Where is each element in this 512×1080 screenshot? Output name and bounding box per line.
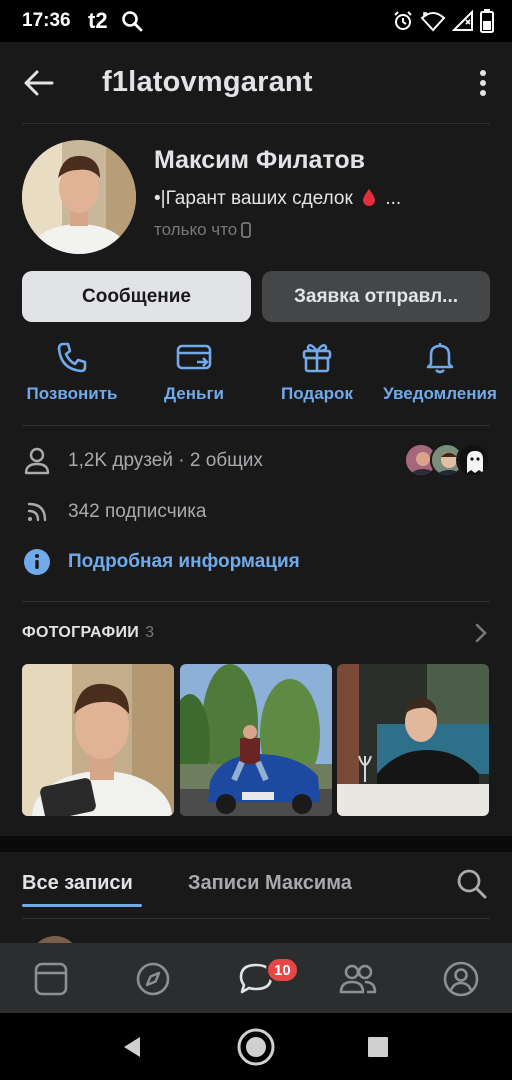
- message-button[interactable]: Сообщение: [22, 271, 251, 322]
- battery-icon: [480, 9, 494, 33]
- news-feed-icon[interactable]: [31, 959, 71, 999]
- status-time: 17:36: [22, 10, 71, 31]
- search-icon[interactable]: [456, 868, 488, 900]
- mobile-phone-icon: [241, 222, 252, 238]
- notifications-label: Уведомления: [383, 384, 497, 403]
- friends-icon[interactable]: [338, 959, 378, 999]
- user-icon: [24, 447, 50, 475]
- page-title: f1latovmgarant: [102, 66, 313, 98]
- header-divider: [22, 123, 490, 124]
- profile-avatar[interactable]: [22, 140, 136, 254]
- wifi-icon: [420, 12, 446, 32]
- home-circle-icon[interactable]: [236, 1027, 276, 1067]
- followers-row[interactable]: 342 подписчика: [22, 497, 207, 527]
- recents-square-icon[interactable]: [367, 1036, 389, 1058]
- photo-thumbnail[interactable]: [180, 664, 332, 816]
- signal-icon: [452, 10, 473, 31]
- back-arrow-icon[interactable]: [22, 66, 56, 100]
- money-label: Деньги: [163, 384, 225, 403]
- compass-icon[interactable]: [133, 959, 173, 999]
- gift-label: Подарок: [281, 384, 353, 403]
- call-label: Позвонить: [26, 384, 118, 403]
- profile-name: Максим Филатов: [154, 146, 365, 174]
- bell-icon: [426, 343, 454, 374]
- status-ellipsis: ...: [385, 188, 402, 209]
- chevron-right-icon[interactable]: [474, 622, 488, 644]
- status-bar: 17:36 t2: [0, 0, 512, 42]
- last-seen-text: только что: [154, 220, 238, 239]
- friends-count: 1,2K друзей · 2 общих: [68, 450, 263, 471]
- call-action[interactable]: Позвонить: [12, 340, 132, 404]
- gift-icon: [302, 344, 332, 373]
- active-tab-indicator: [22, 904, 142, 907]
- phone-icon: [57, 342, 87, 373]
- bottom-navigation: 10: [0, 943, 512, 1013]
- photo-thumbnail[interactable]: [337, 664, 489, 816]
- photos-section-title[interactable]: ФОТОГРАФИИ 3: [22, 624, 154, 642]
- tab-all-posts[interactable]: Все записи: [22, 872, 133, 895]
- messages-badge: 10: [266, 957, 299, 983]
- gift-action[interactable]: Подарок: [257, 340, 377, 404]
- alarm-icon: [394, 11, 412, 30]
- tabs-divider: [22, 918, 490, 919]
- app-header: f1latovmgarant: [0, 42, 512, 124]
- money-action[interactable]: Деньги: [134, 340, 254, 404]
- followers-count: 342 подписчика: [68, 501, 207, 522]
- friends-row[interactable]: 1,2K друзей · 2 общих: [22, 446, 263, 476]
- actions-divider: [22, 425, 490, 426]
- system-navigation-bar: [0, 1013, 512, 1080]
- search-notification-icon: [122, 11, 143, 32]
- profile-status: •|Гарант ваших сделок ...: [154, 188, 401, 210]
- mutual-friends-avatars[interactable]: [404, 443, 490, 477]
- carrier-label: t2: [88, 8, 108, 33]
- photos-count: 3: [145, 624, 155, 641]
- status-text: •|Гарант ваших сделок: [154, 188, 353, 209]
- info-icon: [24, 549, 50, 575]
- more-options-icon[interactable]: [478, 68, 488, 98]
- photo-thumbnail[interactable]: [22, 664, 174, 816]
- rss-icon: [27, 502, 47, 522]
- money-icon: [176, 344, 212, 370]
- friend-request-button[interactable]: Заявка отправл...: [262, 271, 490, 322]
- notifications-action[interactable]: Уведомления: [378, 340, 502, 404]
- tab-own-posts[interactable]: Записи Максима: [188, 872, 352, 895]
- details-label: Подробная информация: [68, 551, 300, 572]
- details-link[interactable]: Подробная информация: [22, 547, 300, 577]
- blood-drop-icon: [363, 189, 376, 206]
- info-divider: [22, 601, 490, 602]
- photos-title: ФОТОГРАФИИ: [22, 624, 140, 641]
- last-seen: только что: [154, 220, 252, 240]
- profile-icon[interactable]: [441, 959, 481, 999]
- section-separator: [0, 836, 512, 852]
- back-triangle-icon[interactable]: [120, 1035, 144, 1059]
- mutual-friend-avatar: [456, 443, 490, 477]
